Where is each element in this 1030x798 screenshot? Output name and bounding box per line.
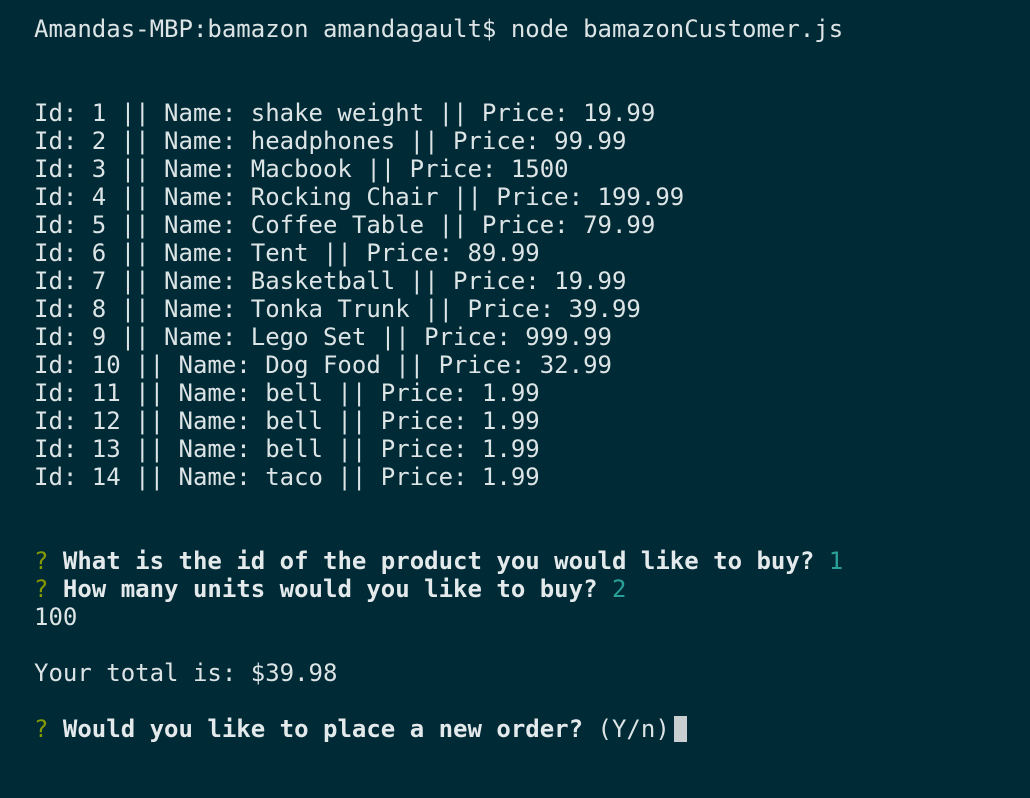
product-row: Id: 10 || Name: Dog Food || Price: 32.99 (34, 351, 612, 379)
answer-hint: (Y/n) (597, 715, 670, 743)
answer-value: 2 (611, 575, 627, 603)
product-list: Id: 1 || Name: shake weight || Price: 19… (34, 99, 1030, 491)
question-text: How many units would you like to buy? (62, 575, 598, 603)
question-units: ? How many units would you like to buy? … (34, 575, 1030, 603)
question-mark-icon: ? (34, 575, 49, 603)
text-cursor[interactable] (673, 716, 687, 742)
question-product-id: ? What is the id of the product you woul… (34, 547, 1030, 575)
product-row: Id: 12 || Name: bell || Price: 1.99 (34, 407, 540, 435)
terminal-window[interactable]: Amandas-MBP:bamazon amandagault$ node ba… (0, 0, 1030, 798)
product-row: Id: 6 || Name: Tent || Price: 89.99 (34, 239, 540, 267)
command-prompt: Amandas-MBP:bamazon amandagault$ node ba… (34, 15, 844, 43)
product-row: Id: 8 || Name: Tonka Trunk || Price: 39.… (34, 295, 641, 323)
product-row: Id: 5 || Name: Coffee Table || Price: 79… (34, 211, 656, 239)
answer-value: 1 (828, 547, 844, 575)
product-row: Id: 11 || Name: bell || Price: 1.99 (34, 379, 540, 407)
question-text: What is the id of the product you would … (62, 547, 815, 575)
question-mark-icon: ? (34, 715, 49, 743)
product-row: Id: 9 || Name: Lego Set || Price: 999.99 (34, 323, 612, 351)
product-row: Id: 13 || Name: bell || Price: 1.99 (34, 435, 540, 463)
order-total: Your total is: $39.98 (34, 659, 338, 687)
product-row: Id: 14 || Name: taco || Price: 1.99 (34, 463, 540, 491)
question-new-order[interactable]: ? Would you like to place a new order? (… (34, 715, 1030, 743)
product-row: Id: 7 || Name: Basketball || Price: 19.9… (34, 267, 627, 295)
stock-output: 100 (34, 603, 78, 631)
question-text: Would you like to place a new order? (62, 715, 584, 743)
product-row: Id: 1 || Name: shake weight || Price: 19… (34, 99, 656, 127)
product-row: Id: 3 || Name: Macbook || Price: 1500 (34, 155, 569, 183)
product-row: Id: 4 || Name: Rocking Chair || Price: 1… (34, 183, 685, 211)
question-mark-icon: ? (34, 547, 49, 575)
product-row: Id: 2 || Name: headphones || Price: 99.9… (34, 127, 627, 155)
